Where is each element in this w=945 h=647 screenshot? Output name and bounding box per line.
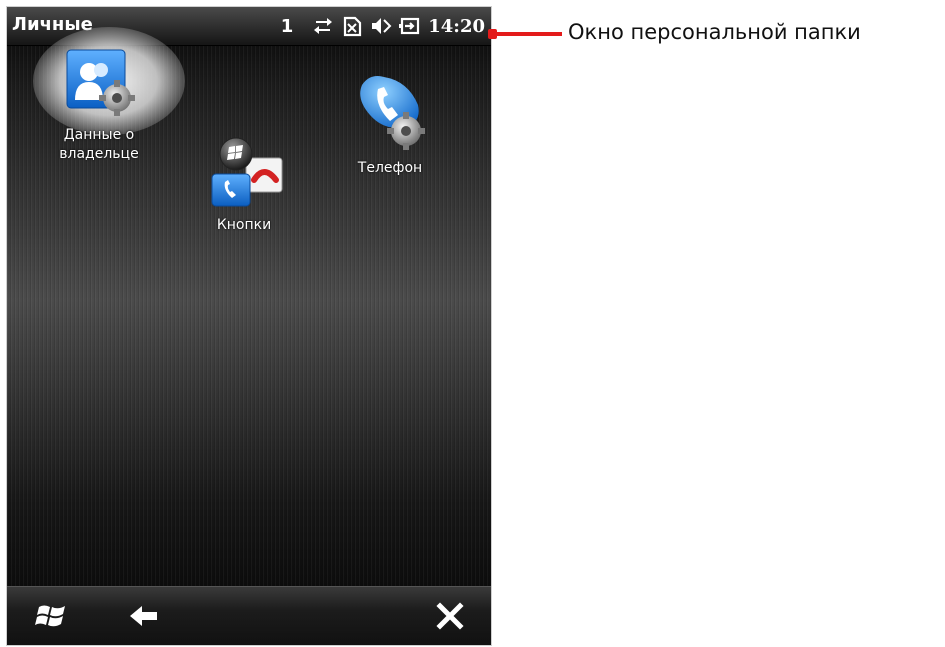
app-label: Телефон (357, 160, 423, 176)
owner-info-icon (66, 49, 135, 116)
app-phone[interactable]: Телефон (335, 69, 445, 178)
clock[interactable]: 14:20 (428, 16, 485, 37)
soft-key-bar (7, 586, 491, 645)
no-sim-icon[interactable] (341, 15, 363, 37)
phone-settings-icon (360, 76, 425, 150)
buttons-icon (211, 137, 283, 207)
app-buttons[interactable]: Кнопки (189, 132, 299, 235)
status-icons: 1 14:20 (281, 7, 485, 45)
annotation-text: Окно персональной папки (568, 20, 861, 44)
back-arrow-icon[interactable] (127, 599, 161, 633)
status-counter: 1 (280, 15, 294, 37)
windows-start-icon[interactable] (35, 599, 69, 633)
device-screen: Личные 1 14:20 Данные о владельце Кнопки… (6, 6, 492, 646)
battery-icon[interactable] (399, 15, 421, 37)
app-owner-info[interactable]: Данные о владельце (29, 42, 169, 164)
volume-muted-icon[interactable] (370, 15, 392, 37)
app-label-line2: владельце (59, 146, 139, 162)
data-connection-icon[interactable] (312, 15, 334, 37)
annotation-line (492, 32, 562, 36)
app-label: Кнопки (216, 217, 272, 233)
app-label-line1: Данные о (63, 127, 135, 143)
close-icon[interactable] (433, 599, 467, 633)
